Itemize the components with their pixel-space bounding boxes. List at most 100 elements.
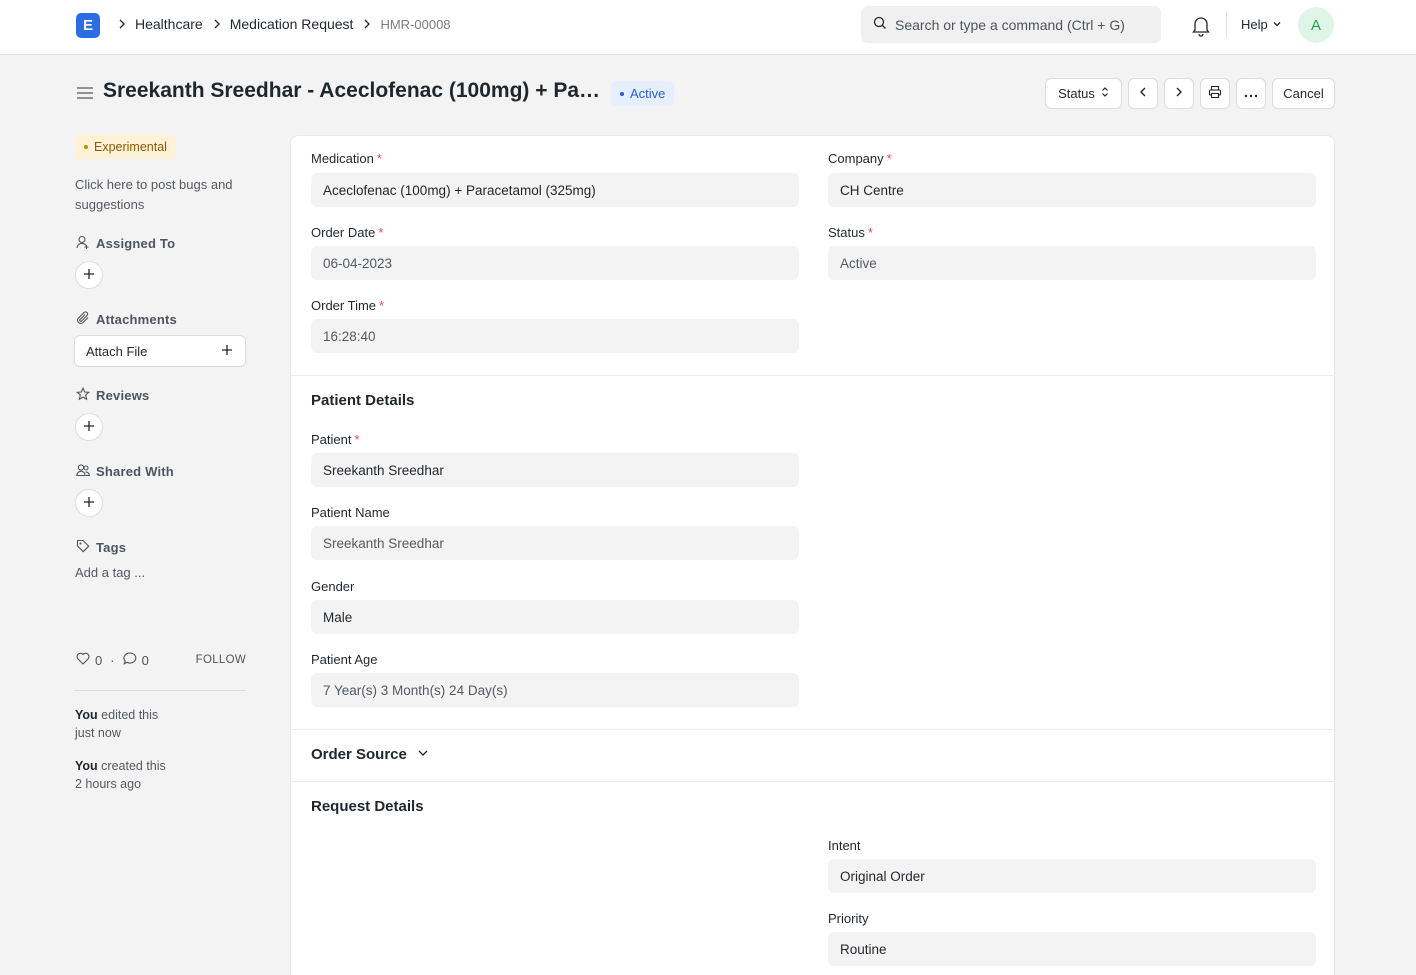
- patient-field[interactable]: Sreekanth Sreedhar: [311, 453, 799, 487]
- patient-name-field: Sreekanth Sreedhar: [311, 526, 799, 560]
- assigned-to-label: Assigned To: [96, 236, 176, 251]
- hamburger-menu-icon[interactable]: [76, 85, 94, 101]
- add-assignee-button[interactable]: [75, 261, 103, 289]
- printer-icon: [1208, 85, 1222, 102]
- more-actions-button[interactable]: [1236, 78, 1266, 109]
- cancel-button[interactable]: Cancel: [1272, 78, 1335, 109]
- star-icon: [75, 386, 96, 404]
- company-field[interactable]: CH Centre: [828, 173, 1316, 207]
- priority-label: Priority: [828, 911, 869, 926]
- status-label: Status *: [828, 225, 873, 240]
- activity-user: You: [75, 708, 98, 722]
- tags-label: Tags: [96, 540, 127, 555]
- search-input[interactable]: [895, 16, 1155, 33]
- gender-field[interactable]: Male: [311, 600, 799, 634]
- patient-age-field: 7 Year(s) 3 Month(s) 24 Day(s): [311, 673, 799, 707]
- activity-action: edited this: [97, 708, 159, 722]
- medication-field[interactable]: Aceclofenac (100mg) + Paracetamol (325mg…: [311, 173, 799, 207]
- status-dot-icon: [620, 91, 624, 96]
- comment-icon[interactable]: [122, 652, 137, 668]
- add-review-button[interactable]: [75, 413, 103, 441]
- experimental-label: Experimental: [94, 140, 167, 154]
- help-menu[interactable]: Help: [1241, 17, 1282, 32]
- attachments-label: Attachments: [96, 312, 177, 327]
- breadcrumb-medication-request[interactable]: Medication Request: [230, 16, 354, 32]
- user-icon: [76, 235, 96, 252]
- status-badge: Active: [611, 81, 675, 106]
- app-logo[interactable]: E: [76, 13, 100, 38]
- ellipsis-icon: [1244, 86, 1258, 101]
- medication-label: Medication *: [311, 151, 382, 166]
- shared-with-label: Shared With: [96, 464, 174, 479]
- chevron-right-icon: [116, 18, 128, 30]
- search-bar[interactable]: [861, 6, 1161, 43]
- page-title: Sreekanth Sreedhar - Aceclofenac (100mg)…: [103, 79, 603, 102]
- priority-field[interactable]: Routine: [828, 932, 1316, 966]
- assigned-to-heading: Assigned To: [76, 235, 175, 252]
- order-source-heading[interactable]: Order Source: [311, 746, 429, 763]
- badge-dot-icon: [84, 145, 88, 149]
- breadcrumb-healthcare[interactable]: Healthcare: [135, 16, 203, 32]
- patient-name-label: Patient Name: [311, 505, 390, 520]
- avatar[interactable]: A: [1298, 7, 1334, 43]
- order-time-field[interactable]: 16:28:40: [311, 319, 799, 353]
- heart-icon[interactable]: [76, 652, 90, 668]
- activity-time: 2 hours ago: [75, 777, 142, 791]
- order-date-label: Order Date *: [311, 225, 384, 240]
- paperclip-icon: [76, 311, 96, 328]
- chevron-left-icon: [1137, 86, 1149, 101]
- reviews-label: Reviews: [96, 388, 150, 403]
- add-share-button[interactable]: [75, 489, 103, 517]
- breadcrumb-current[interactable]: HMR-00008: [380, 17, 450, 32]
- print-button[interactable]: [1200, 78, 1230, 109]
- add-tag-link[interactable]: Add a tag ...: [75, 565, 145, 580]
- status-badge-label: Active: [630, 86, 666, 101]
- breadcrumb: Healthcare Medication Request HMR-00008: [112, 16, 451, 32]
- logo-letter: E: [82, 17, 93, 34]
- tags-heading: Tags: [76, 539, 126, 556]
- plus-icon: [83, 420, 95, 435]
- patient-age-label: Patient Age: [311, 652, 378, 667]
- status-dropdown-button[interactable]: Status: [1045, 78, 1122, 109]
- intent-label: Intent: [828, 838, 861, 853]
- order-date-field[interactable]: 06-04-2023: [311, 246, 799, 280]
- users-icon: [76, 463, 96, 480]
- sort-updown-icon: [1101, 86, 1109, 101]
- attachments-heading: Attachments: [76, 311, 177, 328]
- plus-icon: [83, 268, 95, 283]
- chevron-right-icon: [211, 18, 223, 30]
- likes-comments-row: 0 · 0 FOLLOW: [76, 652, 246, 668]
- order-source-label: Order Source: [311, 746, 407, 763]
- section-divider: [291, 781, 1334, 782]
- sidebar-divider: [75, 690, 245, 691]
- gender-label: Gender: [311, 579, 355, 594]
- likes-count: 0: [95, 652, 103, 668]
- chevron-right-icon: [361, 18, 373, 30]
- status-field[interactable]: Active: [828, 246, 1316, 280]
- intent-field[interactable]: Original Order: [828, 859, 1316, 893]
- activity-user: You: [75, 759, 98, 773]
- section-divider: [291, 375, 1334, 376]
- order-time-label: Order Time *: [311, 298, 385, 313]
- shared-with-heading: Shared With: [76, 463, 174, 480]
- section-divider: [291, 729, 1334, 730]
- status-button-label: Status: [1058, 86, 1095, 101]
- previous-doc-button[interactable]: [1128, 78, 1158, 109]
- company-label: Company *: [828, 151, 892, 166]
- follow-button[interactable]: FOLLOW: [196, 654, 246, 666]
- search-icon: [873, 16, 887, 33]
- attach-file-button[interactable]: Attach File: [74, 335, 246, 367]
- experimental-badge: Experimental: [75, 135, 176, 159]
- bug-report-link[interactable]: Click here to post bugs and suggestions: [75, 175, 250, 215]
- bell-icon[interactable]: [1191, 15, 1211, 37]
- form-card: Medication * Aceclofenac (100mg) + Parace…: [290, 135, 1335, 975]
- plus-icon: [221, 344, 233, 359]
- tag-icon: [76, 539, 96, 556]
- next-doc-button[interactable]: [1164, 78, 1194, 109]
- activity-time: just now: [75, 726, 121, 740]
- navbar-divider: [1226, 12, 1227, 38]
- chevron-right-icon: [1173, 86, 1185, 101]
- top-navbar: E Healthcare Medication Request HMR-0000…: [0, 0, 1416, 55]
- cancel-button-label: Cancel: [1283, 86, 1324, 101]
- plus-icon: [83, 496, 95, 511]
